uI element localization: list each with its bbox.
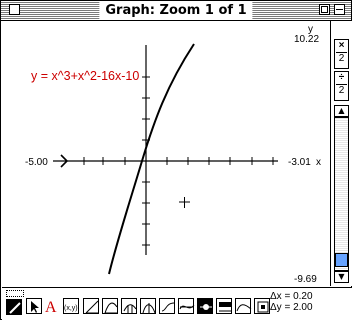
crosshair-cursor bbox=[179, 197, 190, 208]
tangent-tool-icon[interactable] bbox=[83, 298, 99, 314]
y-min-label: -9.69 bbox=[294, 274, 317, 285]
x-axis-label: x bbox=[316, 157, 321, 168]
inflection-tool-icon[interactable] bbox=[159, 298, 175, 314]
x-min-label: -5.00 bbox=[25, 157, 48, 168]
integral-tool-icon[interactable] bbox=[121, 298, 137, 314]
scroll-down-arrow[interactable]: ▼ bbox=[334, 271, 349, 283]
delta-y-label: Δy = 2.00 bbox=[270, 302, 313, 313]
derivative-tool-icon[interactable] bbox=[102, 298, 118, 314]
zoom-box[interactable] bbox=[319, 4, 330, 15]
root-tool-icon[interactable] bbox=[178, 298, 195, 314]
graph-area[interactable]: y = x^3+x^2-16x-10 -5.00 -3.01 x y 10.22… bbox=[2, 21, 329, 286]
scroll-up-arrow[interactable]: ▲ bbox=[334, 105, 349, 117]
svg-text:A: A bbox=[45, 299, 57, 314]
scroll-thumb[interactable] bbox=[335, 253, 348, 267]
collapse-box[interactable] bbox=[334, 4, 345, 15]
zoom-out-button[interactable]: × 2 bbox=[334, 39, 349, 69]
delta-readout: Δx = 0.20 Δy = 2.00 bbox=[270, 291, 313, 313]
zoom-out-op: × bbox=[338, 40, 345, 51]
zoom-in-factor: 2 bbox=[336, 84, 347, 97]
zoom-out-factor: 2 bbox=[336, 52, 347, 65]
extrema-tool-icon[interactable] bbox=[140, 298, 156, 314]
graph-window: Graph: Zoom 1 of 1 y = x^3+x^2-16x-10 -5… bbox=[0, 0, 352, 320]
title-bar[interactable]: Graph: Zoom 1 of 1 bbox=[1, 1, 351, 21]
vertical-scrollbar[interactable] bbox=[334, 117, 349, 271]
x-max-label: -3.01 bbox=[288, 157, 311, 168]
zoom-in-button[interactable]: ÷ 2 bbox=[334, 71, 349, 101]
zoom-in-op: ÷ bbox=[338, 72, 345, 83]
ruler-tool-icon[interactable] bbox=[235, 298, 252, 314]
area-tool-icon[interactable] bbox=[216, 298, 232, 314]
y-max-label: 10.22 bbox=[294, 34, 319, 45]
equation-label: y = x^3+x^2-16x-10 bbox=[31, 69, 139, 83]
delta-x-label: Δx = 0.20 bbox=[270, 291, 313, 302]
arrow-tool-icon[interactable] bbox=[26, 298, 42, 314]
svg-text:(x,y): (x,y) bbox=[64, 305, 78, 312]
text-tool-icon[interactable]: A bbox=[44, 298, 60, 314]
marquee-icon[interactable] bbox=[6, 290, 24, 297]
zoom-panel: × 2 ÷ 2 ▲ ▼ bbox=[330, 21, 352, 286]
coordinates-tool-icon[interactable]: (x,y) bbox=[63, 298, 79, 314]
intersection-tool-icon[interactable] bbox=[197, 298, 213, 314]
window-title: Graph: Zoom 1 of 1 bbox=[99, 2, 253, 19]
print-tool-icon[interactable] bbox=[254, 298, 270, 314]
select-tool-icon[interactable] bbox=[6, 299, 22, 315]
tool-palette: A (x,y) Δx = 0.20 Δy = 2.00 bbox=[2, 287, 352, 320]
close-box[interactable] bbox=[9, 4, 20, 15]
